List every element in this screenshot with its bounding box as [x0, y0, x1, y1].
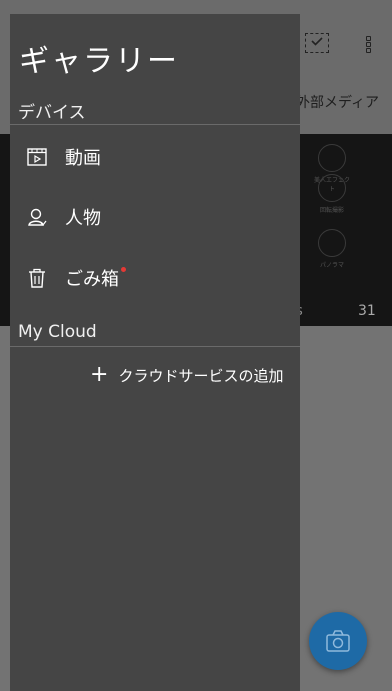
new-badge-dot [121, 267, 126, 272]
drawer-item-label: ごみ箱 [65, 265, 126, 291]
beauty-icon [318, 144, 346, 172]
section-header-my-cloud: My Cloud [18, 322, 97, 342]
drawer-item-label: 動画 [65, 148, 101, 169]
trash-label-text: ごみ箱 [65, 269, 119, 290]
person-icon [27, 207, 47, 227]
drawer-title: ギャラリー [19, 44, 179, 79]
drawer-item-label: 人物 [65, 208, 101, 229]
camera-fab-button[interactable] [309, 612, 367, 670]
more-options-icon[interactable] [366, 36, 374, 56]
navigation-drawer: ギャラリー デバイス 動画 人物 ごみ箱 My Cloud + クラウドサービス… [10, 14, 300, 691]
add-cloud-service-label: クラウドサービスの追加 [118, 366, 284, 385]
panorama-icon [318, 229, 346, 257]
drawer-item-trash[interactable]: ごみ箱 [10, 251, 300, 305]
select-mode-icon[interactable] [305, 33, 329, 53]
rotate-icon [318, 174, 346, 202]
mode-rotate[interactable]: 回転撮影 [312, 174, 352, 214]
divider [10, 346, 300, 347]
video-icon [27, 147, 47, 167]
mode-panorama[interactable]: パノラマ [312, 229, 352, 269]
add-cloud-service-button[interactable]: + クラウドサービスの追加 [90, 362, 283, 388]
plus-icon: + [90, 362, 109, 387]
drawer-item-videos[interactable]: 動画 [10, 130, 300, 184]
drawer-item-people[interactable]: 人物 [10, 190, 300, 244]
album-count: 31 [358, 303, 376, 319]
camera-icon [326, 630, 350, 652]
tab-external-media[interactable]: 外部メディア [296, 92, 379, 112]
trash-icon [27, 268, 47, 288]
section-header-devices: デバイス [18, 103, 86, 123]
divider [10, 124, 300, 125]
